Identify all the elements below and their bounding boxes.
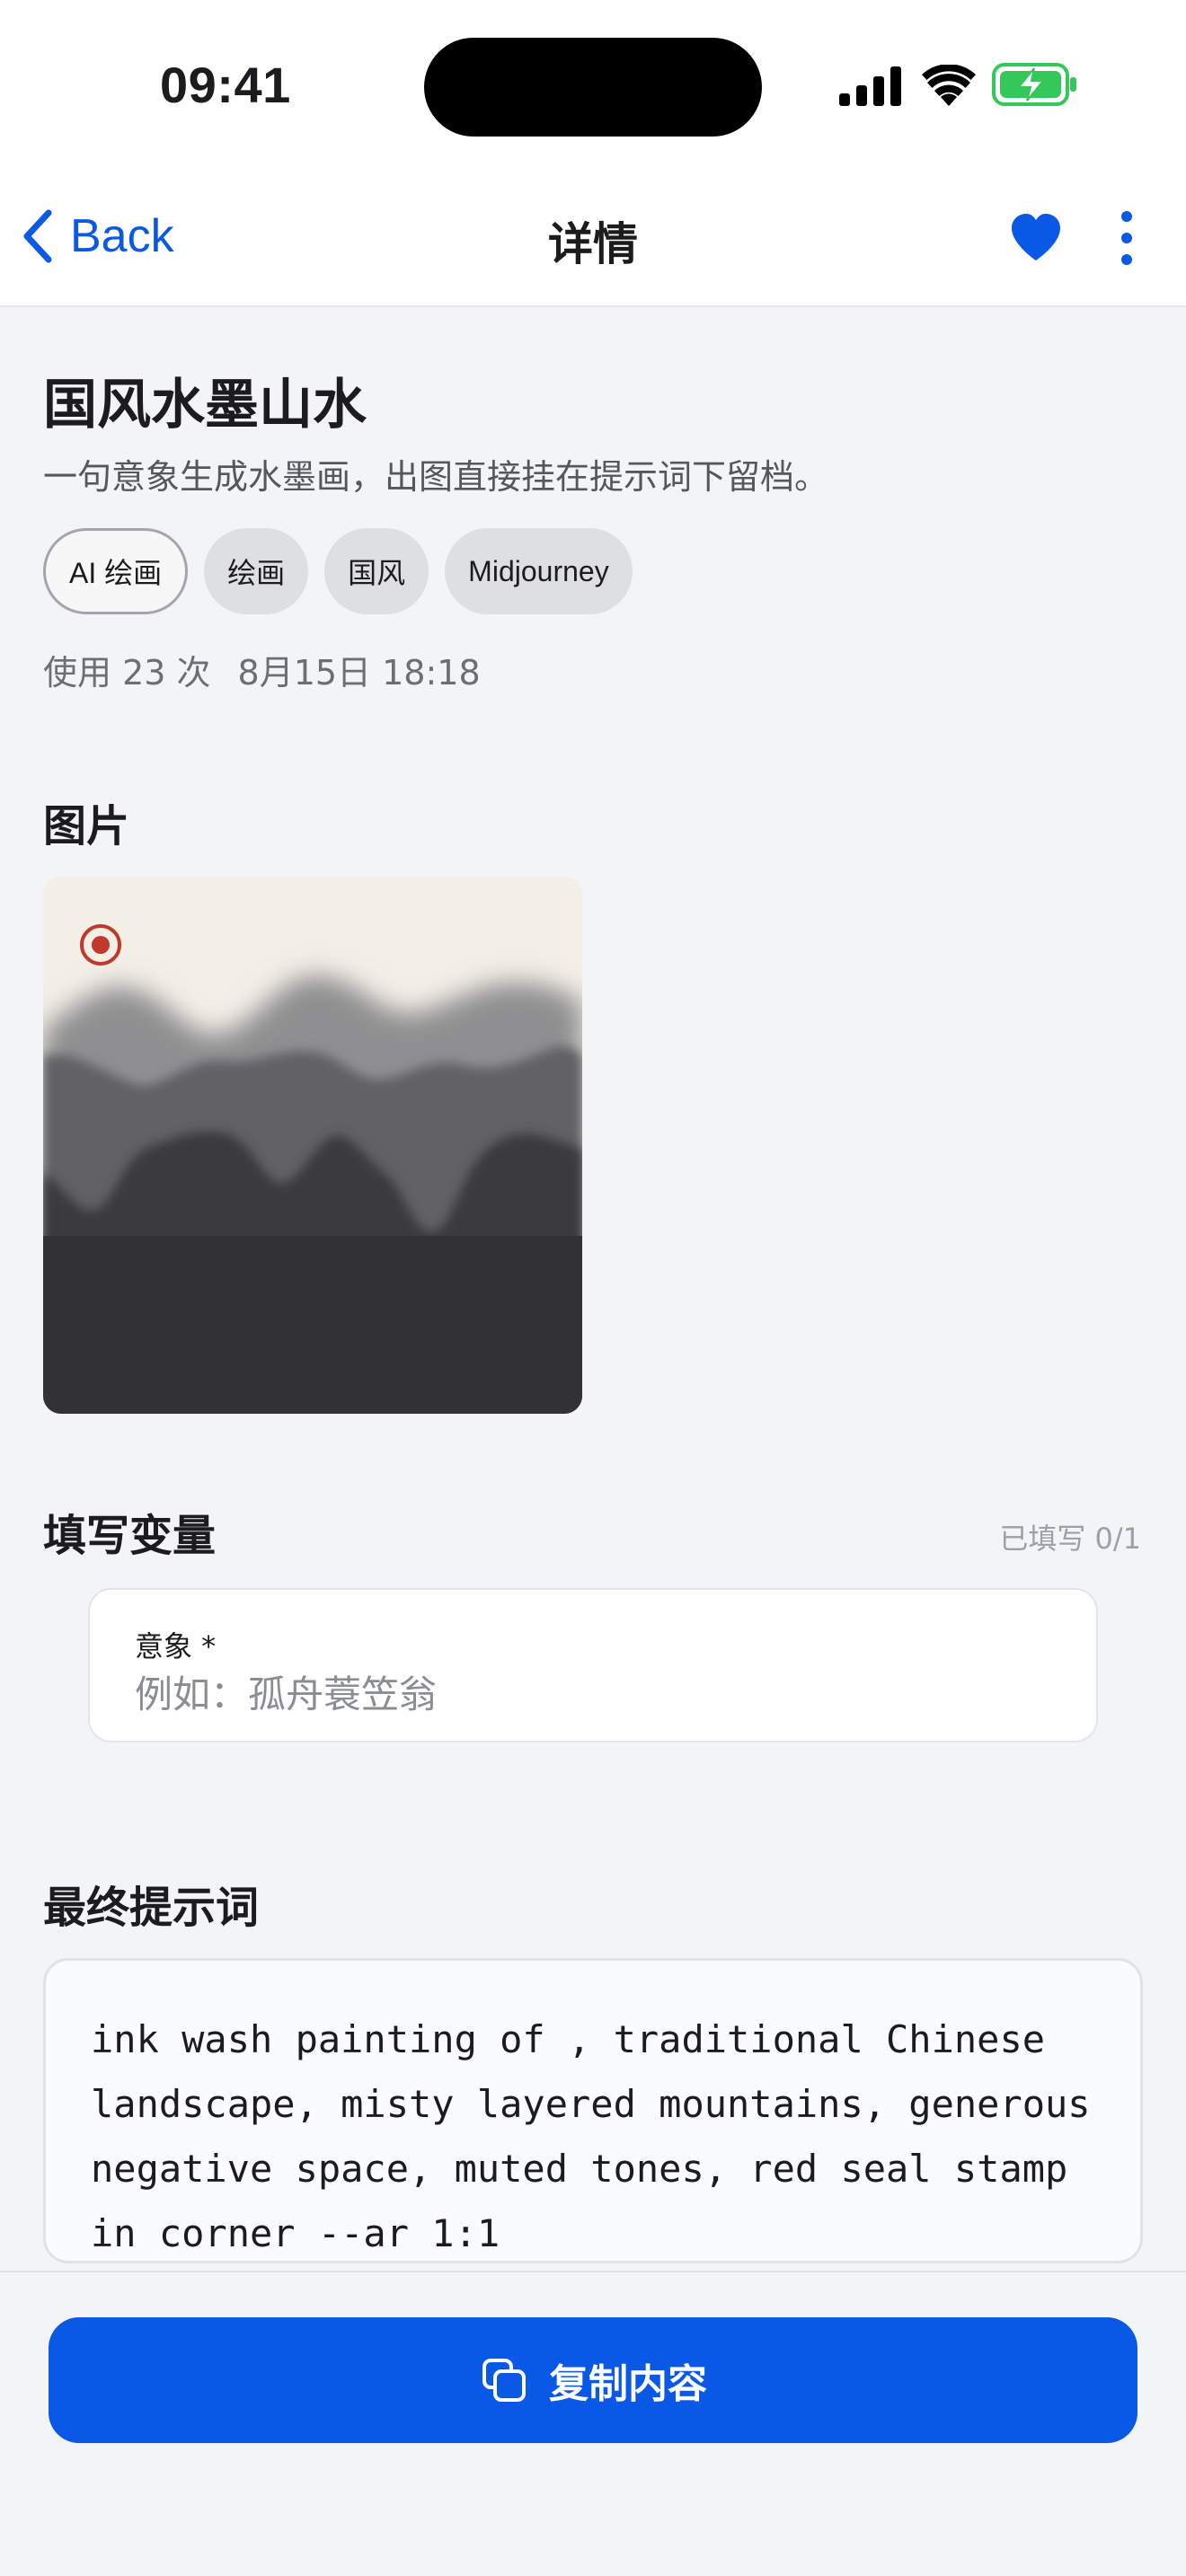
tag-chinese-style[interactable]: 国风 <box>324 528 429 614</box>
more-options-button[interactable] <box>1111 208 1143 268</box>
status-time: 09:41 <box>160 57 291 113</box>
final-prompt-title: 最终提示词 <box>43 1883 260 1933</box>
final-prompt-box[interactable]: ink wash painting of , traditional Chine… <box>43 1958 1143 2263</box>
ink-landscape-image <box>43 877 582 1414</box>
imagery-input[interactable] <box>135 1667 1033 1721</box>
heart-icon <box>1012 214 1060 260</box>
variables-section-title: 填写变量 <box>43 1511 217 1561</box>
variable-field-card: 意象 * <box>88 1588 1098 1742</box>
prompt-title: 国风水墨山水 <box>43 374 367 437</box>
cellular-signal-icon <box>839 66 901 106</box>
images-section-title: 图片 <box>43 801 130 851</box>
copy-label: 复制内容 <box>549 2362 707 2406</box>
usage-count: 使用 23 次 <box>43 653 211 693</box>
tag-painting[interactable]: 绘画 <box>204 528 309 614</box>
dynamic-island <box>424 38 762 137</box>
prompt-description: 一句意象生成水墨画，出图直接挂在提示词下留档。 <box>43 457 829 497</box>
favorite-button[interactable] <box>1008 210 1064 266</box>
final-prompt-text: ink wash painting of , traditional Chine… <box>91 2017 1113 2255</box>
tag-ai-painting[interactable]: AI 绘画 <box>43 528 189 614</box>
variable-label: 意象 * <box>135 1629 217 1663</box>
created-date: 8月15日 18:18 <box>237 653 481 693</box>
prompt-detail-screen: 09:41 Back 详情 国风水墨山水 一句意象生成水墨画，出图直接挂在提示词… <box>0 0 1186 2576</box>
battery-charging-icon <box>992 63 1076 106</box>
navigation-bar: Back 详情 <box>0 171 1186 307</box>
more-vertical-icon <box>1121 211 1132 265</box>
generated-image[interactable] <box>43 877 582 1414</box>
copy-content-button[interactable]: 复制内容 <box>49 2317 1137 2443</box>
fill-status: 已填写 0/1 <box>999 1522 1141 1556</box>
copy-icon <box>482 2359 526 2402</box>
wifi-icon <box>922 65 976 106</box>
status-bar: 09:41 <box>0 0 1186 171</box>
prompt-meta: 使用 23 次 8月15日 18:18 <box>43 645 481 694</box>
bottom-action-bar: 复制内容 <box>0 2271 1186 2576</box>
tag-list: AI 绘画 绘画 国风 Midjourney <box>43 528 633 614</box>
tag-midjourney[interactable]: Midjourney <box>445 528 633 614</box>
